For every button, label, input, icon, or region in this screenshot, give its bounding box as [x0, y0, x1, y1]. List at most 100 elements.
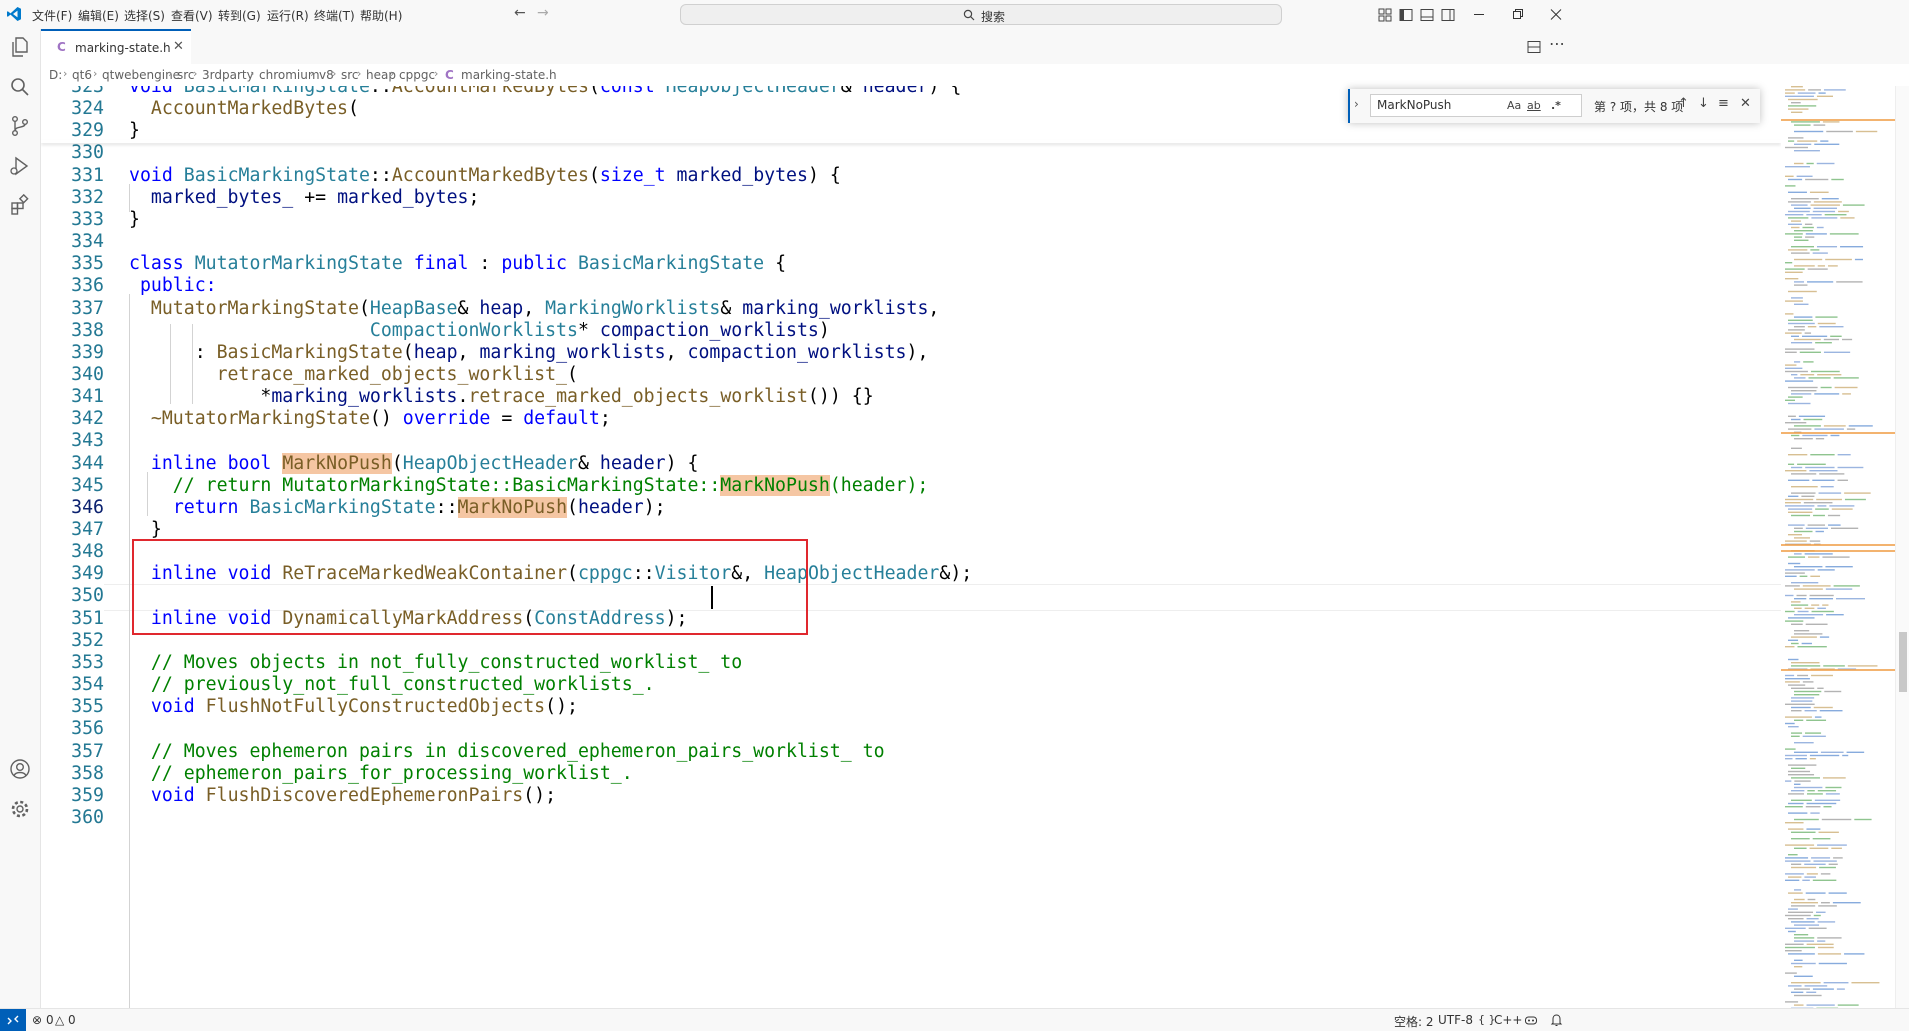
breadcrumb-segment[interactable]: cppgc [399, 68, 435, 82]
vertical-scrollbar[interactable] [1895, 86, 1909, 1008]
find-input[interactable]: MarkNoPush Aa ab .* [1370, 94, 1582, 117]
minimap-code-line [1794, 265, 1815, 266]
minimap-code-line [1813, 880, 1837, 881]
minimap-code-line [1794, 316, 1812, 317]
minimap-code-line [1785, 1001, 1798, 1002]
minimap-code-line [1785, 723, 1795, 724]
code-editor[interactable]: 323void BasicMarkingState::AccountMarked… [41, 86, 1781, 1008]
minimap-code-line [1788, 323, 1815, 324]
close-find-icon[interactable]: ✕ [1740, 96, 1751, 111]
forward-arrow-icon[interactable]: → [537, 5, 549, 21]
indentation-status[interactable]: 空格: 2 [1394, 1013, 1434, 1030]
accounts-icon[interactable] [8, 757, 32, 781]
minimap-code-line [1842, 755, 1848, 756]
minimap-code-line [1814, 201, 1842, 202]
minimap-code-line [1788, 793, 1804, 794]
menu-selection[interactable]: 选择(S) [124, 7, 165, 24]
find-in-selection-icon[interactable]: ≡ [1718, 96, 1729, 111]
chevron-right-icon: › [63, 67, 67, 80]
minimap-code-line [1831, 435, 1840, 436]
scrollbar-thumb[interactable] [1899, 632, 1907, 692]
minimap-code-line [1788, 454, 1807, 455]
minimap-code-line [1788, 320, 1813, 321]
tab-label: marking-state.h [75, 41, 171, 55]
minimap-code-line [1785, 748, 1796, 749]
notifications-bell-icon[interactable] [1550, 1013, 1563, 1027]
breadcrumb-segment[interactable]: src [177, 68, 195, 82]
code-line[interactable]: 360 [41, 804, 1781, 831]
breadcrumb-segment[interactable]: qt6 [72, 68, 92, 82]
warning-icon[interactable]: △ [55, 1013, 64, 1027]
toggle-secondary-sidebar-icon[interactable] [1440, 7, 1456, 23]
search-icon[interactable] [8, 75, 32, 99]
menu-run[interactable]: 运行(R) [267, 7, 309, 24]
remote-indicator[interactable] [0, 1009, 26, 1031]
minimap-code-line [1791, 86, 1803, 87]
toggle-panel-icon[interactable] [1419, 7, 1435, 23]
minimap-code-line [1791, 393, 1811, 394]
minimap-code-line [1825, 214, 1847, 215]
menu-terminal[interactable]: 终端(T) [314, 7, 355, 24]
minimap-code-line [1824, 691, 1841, 692]
menu-edit[interactable]: 编辑(E) [78, 7, 119, 24]
minimap-code-line [1785, 400, 1795, 401]
minimap-code-line [1788, 534, 1802, 535]
menu-file[interactable]: 文件(F) [32, 7, 72, 24]
toggle-primary-sidebar-icon[interactable] [1398, 7, 1414, 23]
minimap-code-line [1807, 944, 1834, 945]
minimap-code-line [1811, 371, 1840, 372]
next-match-arrow-icon[interactable]: ↓ [1698, 96, 1709, 111]
minimap-code-line [1818, 905, 1837, 906]
minimap-code-line [1788, 771, 1810, 772]
minimap-code-line [1813, 211, 1835, 212]
breadcrumb-segment[interactable]: src [341, 68, 359, 82]
minimap-code-line [1785, 233, 1803, 234]
tab-marking-state-h[interactable]: C marking-state.h ✕ [41, 29, 191, 65]
toggle-replace-chevron-icon[interactable]: › [1354, 97, 1359, 111]
minimap-code-line [1817, 163, 1835, 164]
minimap-code-line [1785, 380, 1813, 381]
previous-match-arrow-icon[interactable]: ↑ [1678, 96, 1689, 111]
menu-go[interactable]: 转到(G) [218, 7, 261, 24]
explorer-icon[interactable] [8, 35, 32, 59]
command-center-search[interactable]: 搜索 [680, 4, 1282, 25]
minimap-code-line [1822, 198, 1839, 199]
customize-layout-icon[interactable] [1377, 7, 1393, 23]
back-arrow-icon[interactable]: ← [514, 5, 526, 21]
copilot-icon[interactable] [1524, 1013, 1538, 1027]
close-window-icon[interactable] [1533, 0, 1579, 29]
encoding-status[interactable]: UTF-8 [1438, 1013, 1473, 1027]
warning-count[interactable]: 0 [68, 1013, 76, 1027]
menu-view[interactable]: 查看(V) [171, 7, 213, 24]
split-editor-icon[interactable] [1527, 40, 1541, 54]
minimap-code-line [1818, 953, 1841, 954]
language-mode[interactable]: C++ [1494, 1013, 1523, 1027]
manage-gear-icon[interactable] [8, 797, 32, 821]
run-and-debug-icon[interactable] [8, 154, 32, 178]
match-case-icon[interactable]: Aa [1507, 99, 1521, 112]
minimap-code-line [1785, 620, 1803, 621]
minimap-code-line [1817, 246, 1837, 247]
close-tab-icon[interactable]: ✕ [173, 39, 184, 54]
source-control-icon[interactable] [8, 114, 32, 138]
use-regex-icon[interactable]: .* [1551, 99, 1561, 112]
more-actions-icon[interactable]: ⋯ [1549, 34, 1565, 53]
minimap-code-line [1785, 502, 1801, 503]
match-whole-word-icon[interactable]: ab [1527, 99, 1541, 112]
minimap-code-line [1791, 710, 1802, 711]
breadcrumb-file[interactable]: marking-state.h [461, 68, 557, 82]
breadcrumb-drive[interactable]: D: [49, 68, 62, 82]
extensions-icon[interactable] [8, 193, 32, 217]
minimap-code-line [1805, 224, 1812, 225]
minimap-code-line [1800, 352, 1821, 353]
chevron-right-icon: › [434, 67, 438, 80]
error-icon[interactable]: ⊗ [32, 1013, 42, 1027]
find-match-count: 第 ? 项，共 8 项 [1594, 98, 1683, 115]
breadcrumb-segment[interactable]: 3rdparty [202, 68, 254, 82]
minimap-code-line [1788, 137, 1803, 138]
minimap[interactable] [1781, 86, 1895, 1008]
error-count[interactable]: 0 [46, 1013, 54, 1027]
minimap-code-line [1806, 992, 1816, 993]
menu-help[interactable]: 帮助(H) [360, 7, 402, 24]
minimap-code-line [1794, 899, 1805, 900]
